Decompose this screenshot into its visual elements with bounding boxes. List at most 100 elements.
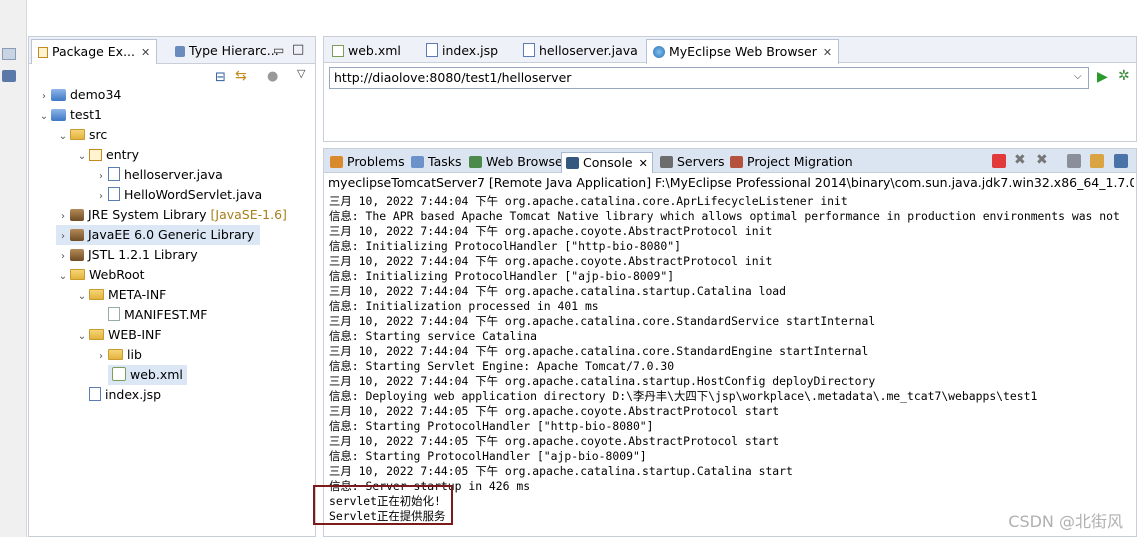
tree-item-src[interactable]: ⌄ src xyxy=(56,125,107,145)
tree-item-index-jsp[interactable]: index.jsp xyxy=(75,385,161,405)
tab-type-hierarchy[interactable]: Type Hierarc... xyxy=(169,39,285,64)
url-dropdown-icon[interactable]: ⌵ xyxy=(1074,71,1082,82)
tree-label-suffix: [JavaSE-1.6] xyxy=(210,207,287,222)
java-file-icon xyxy=(523,43,535,57)
tree-item-lib[interactable]: › lib xyxy=(94,345,142,365)
log-line: 信息: Initialization processed in 401 ms xyxy=(329,299,599,313)
collapse-all-icon[interactable]: ⊟ xyxy=(215,70,226,85)
tab-label: web.xml xyxy=(348,43,401,58)
tab-servers[interactable]: Servers xyxy=(656,152,729,173)
tab-package-explorer[interactable]: Package Ex... ✕ xyxy=(31,39,158,64)
tree-item-jre-system-library[interactable]: › JRE System Library [JavaSE-1.6] xyxy=(56,205,287,225)
tree-item-webroot[interactable]: ⌄ WebRoot xyxy=(56,265,145,285)
tab-index-jsp[interactable]: index.jsp xyxy=(420,39,504,64)
log-line: 信息: Starting ProtocolHandler ["ajp-bio-8… xyxy=(329,449,647,463)
tree-label: index.jsp xyxy=(105,387,162,402)
tree-label: WEB-INF xyxy=(108,327,162,342)
view-icon[interactable] xyxy=(2,70,16,82)
problems-icon xyxy=(330,156,343,168)
tree-label: demo34 xyxy=(70,87,122,102)
tree-label: JSTL 1.2.1 Library xyxy=(88,247,198,262)
log-line: 信息: The APR based Apache Tomcat Native l… xyxy=(329,209,1120,223)
tree-label: META-INF xyxy=(108,287,167,302)
project-icon xyxy=(51,109,66,121)
focus-icon[interactable]: ● xyxy=(267,69,278,84)
url-input[interactable]: http://diaolove:8080/test1/helloserver xyxy=(329,67,1089,89)
clear-console-icon[interactable] xyxy=(1067,154,1081,168)
tab-web-browser[interactable]: MyEclipse Web Browser ✕ xyxy=(646,39,840,64)
log-line: 三月 10, 2022 7:44:04 下午 org.apache.catali… xyxy=(329,314,876,328)
tree-item-hellowordservlet-java[interactable]: › HelloWordServlet.java xyxy=(94,185,262,205)
migration-icon xyxy=(730,156,743,168)
tab-helloserver-java[interactable]: helloserver.java xyxy=(517,39,644,64)
collapse-arrow[interactable]: ⌄ xyxy=(75,327,89,347)
watermark: CSDN @北街风 xyxy=(1008,512,1123,531)
tree-item-entry[interactable]: ⌄ entry xyxy=(75,145,139,165)
tree-item-meta-inf[interactable]: ⌄ META-INF xyxy=(75,285,167,307)
expand-arrow[interactable]: › xyxy=(56,227,70,247)
view-menu-icon[interactable]: ▽ xyxy=(297,67,305,80)
tab-label: Problems xyxy=(347,154,405,169)
tree-item-test1[interactable]: ⌄ test1 xyxy=(37,105,102,125)
collapse-arrow[interactable]: ⌄ xyxy=(75,147,89,167)
tree-item-jstl-library[interactable]: › JSTL 1.2.1 Library xyxy=(56,245,198,265)
collapse-arrow[interactable]: ⌄ xyxy=(37,107,51,127)
tab-label: Type Hierarc... xyxy=(189,43,279,58)
tab-console[interactable]: Console ✕ xyxy=(561,152,653,173)
expand-arrow[interactable]: › xyxy=(94,167,108,187)
remove-all-icon[interactable]: ✖ xyxy=(1036,152,1048,168)
tree-label: HelloWordServlet.java xyxy=(124,187,263,202)
scroll-lock-icon[interactable] xyxy=(1090,154,1104,168)
expand-arrow[interactable]: › xyxy=(37,87,51,107)
close-icon[interactable]: ✕ xyxy=(141,46,150,59)
library-icon xyxy=(70,229,84,241)
tree-item-demo34[interactable]: › demo34 xyxy=(37,85,121,105)
expand-arrow[interactable]: › xyxy=(56,207,70,227)
tab-problems[interactable]: Problems xyxy=(326,152,409,173)
collapse-arrow[interactable]: ⌄ xyxy=(75,287,89,307)
tree-item-manifest[interactable]: MANIFEST.MF xyxy=(94,305,208,325)
tree-item-helloserver-java[interactable]: › helloserver.java xyxy=(94,165,223,185)
java-file-icon xyxy=(108,187,120,201)
annotation-highlight-box xyxy=(313,485,453,525)
log-line: 三月 10, 2022 7:44:04 下午 org.apache.catali… xyxy=(329,284,787,298)
web-browser-icon xyxy=(469,156,482,168)
go-icon[interactable]: ▶ xyxy=(1097,69,1108,85)
jsp-file-icon xyxy=(89,387,101,401)
log-line: 三月 10, 2022 7:44:04 下午 org.apache.catali… xyxy=(329,194,848,208)
link-with-editor-icon[interactable]: ⇆ xyxy=(235,68,247,84)
source-folder-icon xyxy=(70,129,85,140)
tab-label: Web Browser xyxy=(486,154,568,169)
package-explorer-view: Package Ex... ✕ Type Hierarc... ▭ □ ⊟ ⇆ ●… xyxy=(28,36,316,537)
tree-item-web-inf[interactable]: ⌄ WEB-INF xyxy=(75,325,162,345)
tree-item-javaee-library[interactable]: › JavaEE 6.0 Generic Library xyxy=(56,225,261,247)
expand-arrow[interactable]: › xyxy=(94,187,108,207)
tab-web-browser-view[interactable]: Web Browser xyxy=(465,152,572,173)
tab-tasks[interactable]: Tasks xyxy=(407,152,466,173)
collapse-arrow[interactable]: ⌄ xyxy=(56,127,70,147)
terminate-icon[interactable] xyxy=(992,154,1006,168)
folder-icon xyxy=(70,269,85,280)
restore-icon[interactable] xyxy=(2,48,16,60)
tab-web-xml[interactable]: web.xml xyxy=(326,39,407,64)
expand-arrow[interactable]: › xyxy=(56,247,70,267)
tab-project-migration[interactable]: Project Migration xyxy=(726,152,857,173)
left-trim-strip xyxy=(0,0,27,537)
collapse-arrow[interactable]: ⌄ xyxy=(56,267,70,287)
log-line: 三月 10, 2022 7:44:04 下午 org.apache.catali… xyxy=(329,344,869,358)
remove-launch-icon[interactable]: ✖ xyxy=(1014,152,1026,168)
log-line: 三月 10, 2022 7:44:05 下午 org.apache.coyote… xyxy=(329,434,780,448)
tree-item-web-xml[interactable]: web.xml xyxy=(108,365,187,385)
log-line: 信息: Starting Servlet Engine: Apache Tomc… xyxy=(329,359,675,373)
minimize-icon[interactable]: ▭ xyxy=(273,43,284,57)
maximize-icon[interactable]: □ xyxy=(292,42,304,57)
settings-icon[interactable]: ✲ xyxy=(1118,68,1130,84)
log-line: 三月 10, 2022 7:44:04 下午 org.apache.coyote… xyxy=(329,254,773,268)
close-icon[interactable]: ✕ xyxy=(639,157,648,170)
close-icon[interactable]: ✕ xyxy=(823,46,832,59)
folder-icon xyxy=(108,349,123,360)
pin-console-icon[interactable] xyxy=(1114,154,1128,168)
expand-arrow[interactable]: › xyxy=(94,347,108,367)
package-icon xyxy=(89,149,102,161)
tree-label: web.xml xyxy=(130,367,183,382)
